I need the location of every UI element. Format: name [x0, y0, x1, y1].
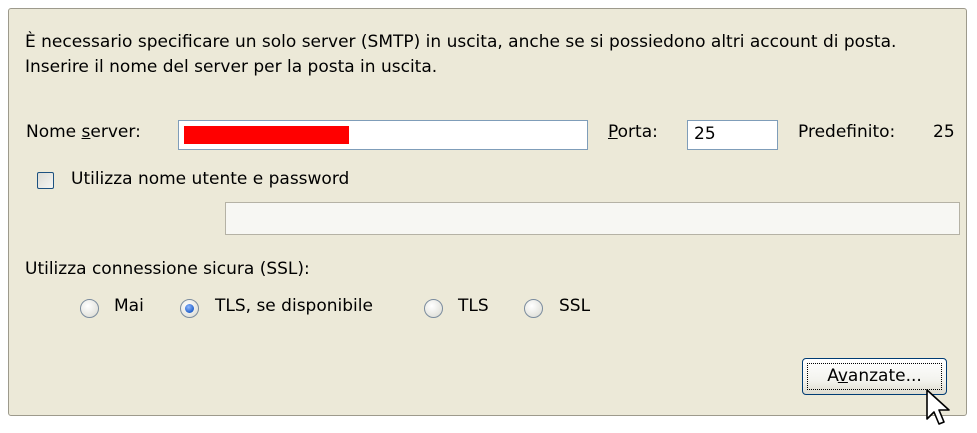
auth-checkbox-label[interactable]: Utilizza nome utente e password — [71, 169, 349, 189]
radio-selected-dot — [185, 304, 194, 313]
username-input[interactable] — [225, 202, 960, 235]
radio-mai-label[interactable]: Mai — [114, 296, 144, 316]
radio-ssl[interactable] — [524, 299, 543, 318]
radio-tls-label[interactable]: TLS — [458, 296, 489, 316]
default-port-label: Predefinito: — [798, 122, 896, 142]
server-name-input[interactable] — [178, 120, 588, 150]
focus-rectangle — [807, 363, 942, 390]
description-text: È necessario specificare un solo server … — [25, 32, 897, 77]
mouse-pointer-icon — [926, 389, 950, 425]
server-name-label: Nome server: — [26, 122, 141, 142]
radio-ssl-label[interactable]: SSL — [559, 296, 590, 316]
radio-tls-if-available[interactable] — [180, 299, 199, 318]
radio-mai[interactable] — [80, 299, 99, 318]
ssl-label: Utilizza connessione sicura (SSL): — [25, 259, 310, 279]
port-input[interactable]: 25 — [687, 120, 778, 150]
radio-tls-if-available-label[interactable]: TLS, se disponibile — [215, 296, 373, 316]
port-label: Porta: — [608, 122, 658, 142]
smtp-settings-panel: È necessario specificare un solo server … — [8, 8, 967, 416]
default-port-value: 25 — [933, 122, 955, 142]
redaction-mark — [184, 126, 349, 144]
auth-checkbox[interactable] — [37, 172, 54, 189]
radio-tls[interactable] — [424, 299, 443, 318]
